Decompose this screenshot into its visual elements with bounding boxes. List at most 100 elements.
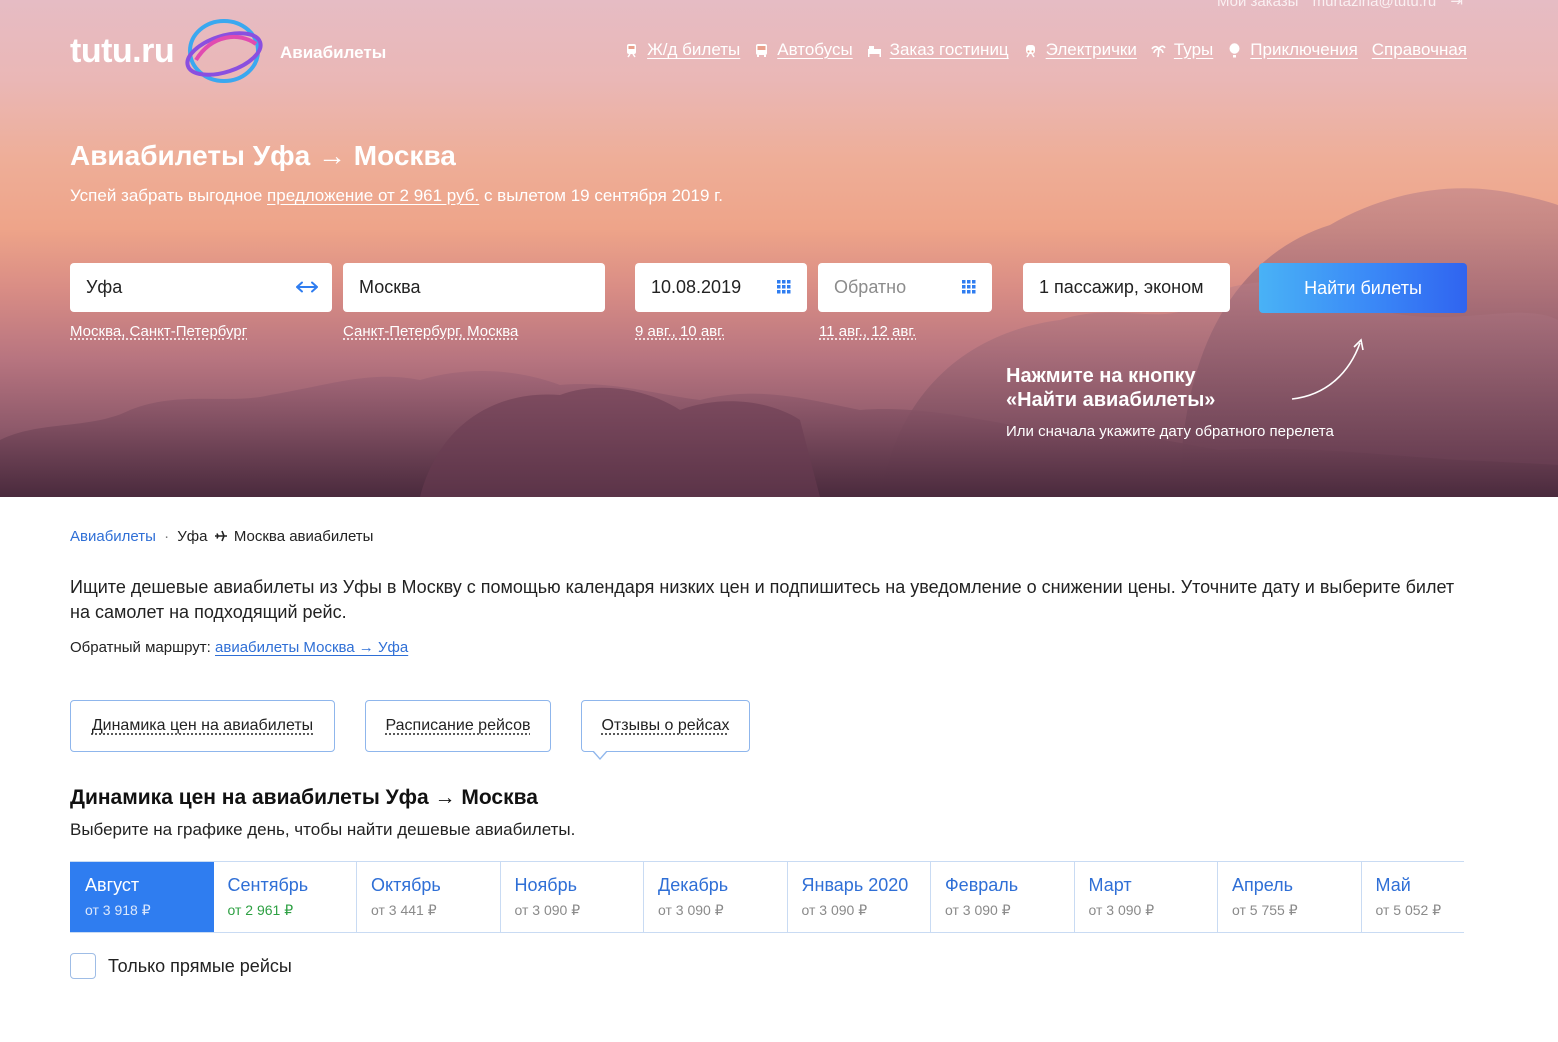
search-hint-subtitle: Или сначала укажите дату обратного перел… bbox=[1006, 423, 1334, 440]
nav-label: Приключения bbox=[1250, 40, 1358, 59]
month-name: Январь 2020 bbox=[801, 875, 909, 895]
month-min-price: от 3 090 ₽ bbox=[945, 902, 1011, 918]
month-tab[interactable]: Август от 3 918 ₽ bbox=[70, 862, 214, 932]
return-route: Обратный маршрут: авиабилеты Москва → Уф… bbox=[70, 639, 408, 656]
departure-date-input[interactable]: 10.08.2019 bbox=[635, 263, 807, 312]
return-date-suggestions[interactable]: 11 авг., 12 авг. bbox=[819, 323, 916, 340]
from-value: Уфа bbox=[86, 277, 123, 297]
month-tab[interactable]: Май от 5 052 ₽ bbox=[1361, 862, 1464, 932]
from-suggestions[interactable]: Москва, Санкт-Петербург bbox=[70, 323, 247, 340]
hero-subtitle: Успей забрать выгодное предложение от 2 … bbox=[70, 186, 723, 206]
subtitle-suffix: с вылетом 19 сентября 2019 г. bbox=[479, 186, 723, 205]
direct-flights-checkbox[interactable] bbox=[70, 953, 96, 979]
breadcrumb-current: Москва авиабилеты bbox=[233, 528, 374, 545]
month-tab[interactable]: Сентябрь от 2 961 ₽ bbox=[213, 862, 357, 932]
month-min-price: от 3 918 ₽ bbox=[85, 902, 151, 918]
train-icon bbox=[627, 43, 637, 57]
to-value: Москва bbox=[359, 277, 421, 297]
logo-text: tutu.ru bbox=[70, 32, 175, 70]
breadcrumb: Авиабилеты · Уфа Москва авиабилеты bbox=[70, 528, 373, 545]
subtitle-prefix: Успей забрать выгодное bbox=[70, 186, 268, 205]
from-input[interactable]: Уфа bbox=[70, 263, 332, 312]
nav-label: Ж/д билеты bbox=[647, 40, 741, 59]
to-input[interactable]: Москва bbox=[343, 263, 605, 312]
tab-reviews[interactable]: Отзывы о рейсах bbox=[581, 700, 750, 760]
nav-label: Электрички bbox=[1045, 40, 1137, 59]
bus-icon bbox=[756, 43, 768, 57]
month-min-price: от 3 090 ₽ bbox=[801, 902, 868, 918]
month-tab[interactable]: Апрель от 5 755 ₽ bbox=[1218, 862, 1362, 932]
departure-date-suggestions[interactable]: 9 авг., 10 авг. bbox=[635, 323, 725, 340]
month-tab[interactable]: Март от 3 090 ₽ bbox=[1074, 862, 1218, 932]
month-min-price: от 3 090 ₽ bbox=[658, 902, 724, 918]
month-selector: Август от 3 918 ₽ Сентябрь от 2 961 ₽ Ок… bbox=[70, 861, 1464, 933]
top-nav: Ж/д билеты Автобусы Заказ гостиниц Элект… bbox=[624, 40, 1467, 60]
page-title: Авиабилеты Уфа → Москва bbox=[70, 140, 456, 171]
return-route-label: Обратный маршрут: bbox=[70, 639, 216, 656]
account-bar: Мои заказы murtazina@tutu.ru ⇥ bbox=[1207, 0, 1463, 10]
calendar-icon bbox=[962, 280, 976, 294]
return-route-link[interactable]: авиабилеты Москва → Уфа bbox=[215, 639, 408, 656]
plane-icon bbox=[214, 530, 227, 542]
nav-item-trains[interactable]: Ж/д билеты bbox=[624, 40, 740, 60]
month-name: Ноябрь bbox=[514, 875, 577, 895]
price-dynamics-subtitle: Выберите на графике день, чтобы найти де… bbox=[70, 820, 576, 839]
nav-item-adventures[interactable]: Приключения bbox=[1227, 40, 1358, 60]
month-name: Апрель bbox=[1232, 875, 1294, 895]
month-tab[interactable]: Январь 2020 от 3 090 ₽ bbox=[787, 862, 931, 932]
calendar-icon bbox=[777, 280, 791, 294]
globe-icon bbox=[185, 19, 263, 83]
month-name: Сентябрь bbox=[227, 875, 309, 895]
month-tab[interactable]: Февраль от 3 090 ₽ bbox=[931, 862, 1075, 932]
month-name: Май bbox=[1375, 875, 1411, 895]
month-name: Декабрь bbox=[658, 875, 729, 895]
month-min-price: от 2 961 ₽ bbox=[227, 902, 294, 918]
section-name: Авиабилеты bbox=[280, 43, 387, 62]
nav-item-buses[interactable]: Автобусы bbox=[754, 40, 853, 60]
logout-icon[interactable]: ⇥ bbox=[1450, 0, 1463, 10]
month-tab[interactable]: Октябрь от 3 441 ₽ bbox=[357, 862, 501, 932]
tab-schedule[interactable]: Расписание рейсов bbox=[365, 700, 551, 752]
nav-label: Автобусы bbox=[777, 40, 853, 59]
month-min-price: от 3 090 ₽ bbox=[1088, 902, 1155, 918]
passengers-value: 1 пассажир, эконом bbox=[1039, 277, 1204, 297]
nav-label: Туры bbox=[1173, 40, 1214, 59]
month-name: Октябрь bbox=[371, 875, 441, 895]
month-tab[interactable]: Ноябрь от 3 090 ₽ bbox=[500, 862, 644, 932]
nav-item-hotels[interactable]: Заказ гостиниц bbox=[867, 40, 1009, 60]
account-email[interactable]: murtazina@tutu.ru bbox=[1313, 0, 1437, 10]
tutu-logo[interactable]: tutu.ru bbox=[70, 14, 270, 86]
balloon-icon bbox=[1229, 42, 1240, 57]
price-dynamics-title: Динамика цен на авиабилеты Уфа → Москва bbox=[70, 786, 538, 809]
my-orders-link[interactable]: Мои заказы bbox=[1217, 0, 1299, 10]
month-name: Февраль bbox=[945, 875, 1019, 895]
nav-item-suburban[interactable]: Электрички bbox=[1023, 40, 1137, 60]
best-offer-link[interactable]: предложение от 2 961 руб. bbox=[267, 186, 479, 205]
breadcrumb-root-link[interactable]: Авиабилеты bbox=[70, 528, 156, 545]
to-suggestions[interactable]: Санкт-Петербург, Москва bbox=[343, 323, 518, 340]
palm-icon bbox=[1151, 44, 1166, 57]
return-date-placeholder: Обратно bbox=[834, 277, 907, 297]
passengers-select[interactable]: 1 пассажир, эконом bbox=[1023, 263, 1230, 312]
month-tab[interactable]: Декабрь от 3 090 ₽ bbox=[644, 862, 788, 932]
month-min-price: от 5 052 ₽ bbox=[1375, 902, 1442, 918]
direct-flights-filter[interactable]: Только прямые рейсы bbox=[70, 953, 292, 979]
direct-flights-label: Только прямые рейсы bbox=[108, 955, 292, 976]
nav-item-tours[interactable]: Туры bbox=[1151, 40, 1213, 60]
return-date-input[interactable]: Обратно bbox=[818, 263, 992, 312]
hero-banner: Мои заказы murtazina@tutu.ru ⇥ tutu.ru А… bbox=[0, 0, 1558, 497]
tab-label: Отзывы о рейсах bbox=[601, 717, 730, 734]
breadcrumb-from: Уфа bbox=[177, 528, 208, 545]
tab-price-dynamics[interactable]: Динамика цен на авиабилеты bbox=[70, 700, 335, 752]
nav-label: Справочная bbox=[1371, 40, 1467, 59]
month-min-price: от 5 755 ₽ bbox=[1232, 902, 1298, 918]
nav-item-help[interactable]: Справочная bbox=[1372, 40, 1467, 60]
hint-arrow-icon bbox=[1291, 338, 1364, 400]
tab-label: Расписание рейсов bbox=[385, 717, 531, 734]
nav-label: Заказ гостиниц bbox=[889, 40, 1009, 59]
month-min-price: от 3 441 ₽ bbox=[371, 902, 437, 918]
month-name: Март bbox=[1088, 875, 1132, 895]
swap-icon[interactable] bbox=[294, 277, 320, 297]
search-tickets-button[interactable]: Найти билеты bbox=[1259, 263, 1467, 313]
breadcrumb-separator: · bbox=[164, 528, 170, 545]
